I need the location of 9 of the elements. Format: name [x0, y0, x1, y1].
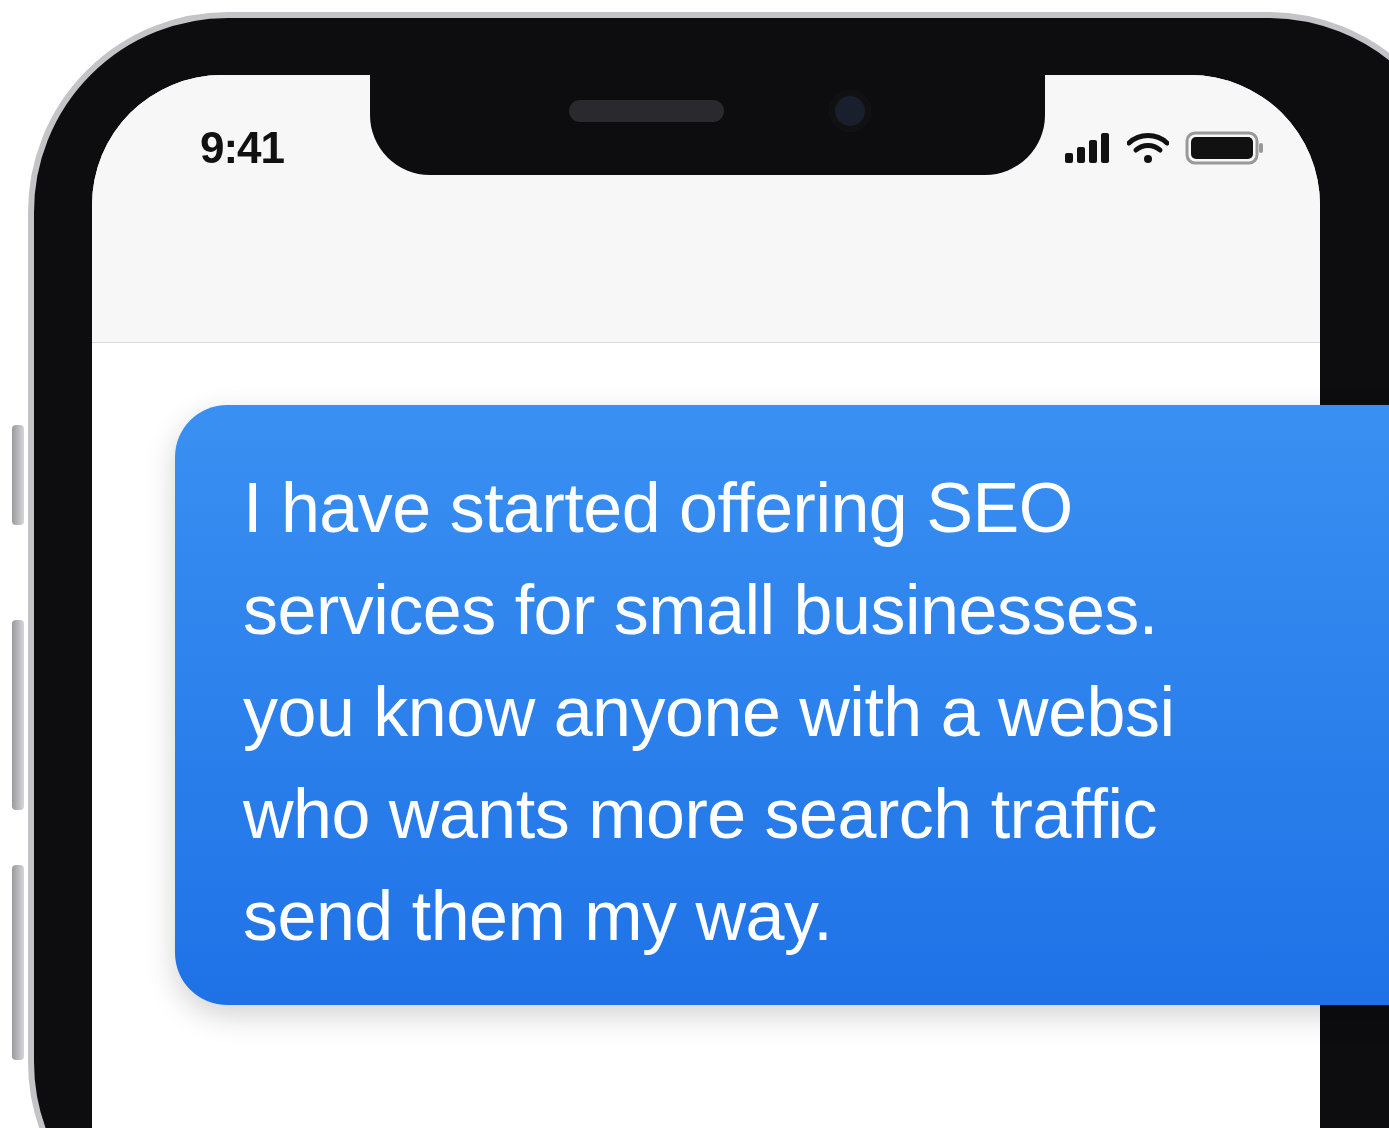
signal-icon: [1065, 133, 1111, 163]
message-text-line: services for small businesses.: [243, 570, 1158, 651]
message-text-line: you know anyone with a websi: [243, 672, 1175, 753]
battery-icon: [1185, 131, 1265, 165]
message-text-line: I have started offering SEO: [243, 468, 1073, 549]
wifi-icon: [1127, 133, 1169, 163]
message-text-line: who wants more search traffic: [243, 774, 1158, 855]
status-time: 9:41: [200, 123, 285, 173]
message-text-line: send them my way.: [243, 876, 833, 957]
